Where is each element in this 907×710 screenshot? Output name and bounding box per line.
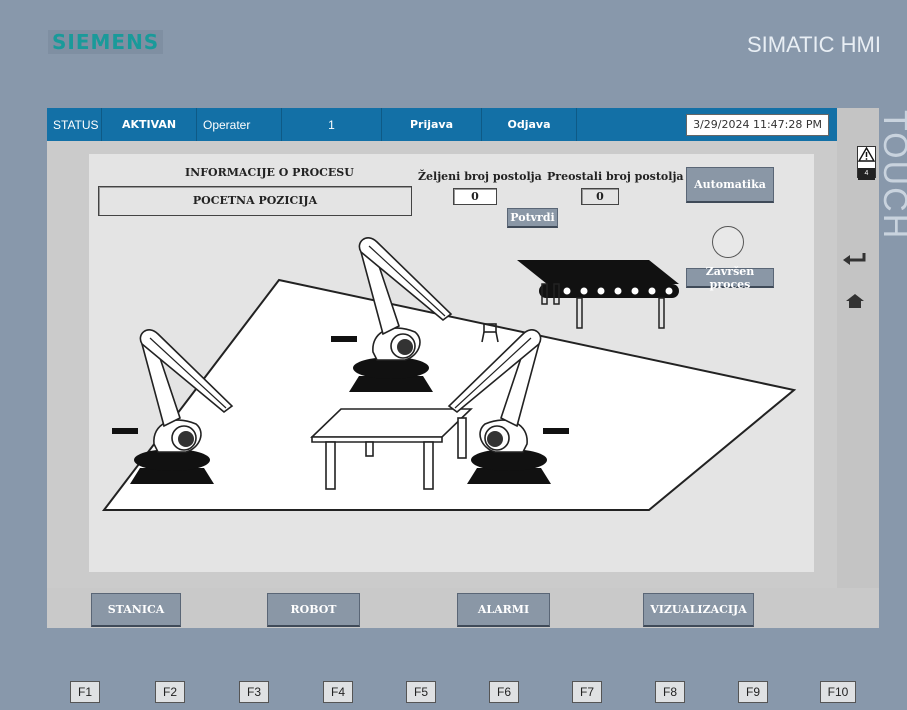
touch-label: TOUCH	[880, 110, 907, 240]
login-button[interactable]: Prijava	[382, 108, 482, 141]
alarm-indicator[interactable]: 4	[857, 146, 876, 180]
f3-key[interactable]: F3	[239, 681, 269, 703]
nav-alarmi-button[interactable]: ALARMI	[457, 593, 550, 627]
f6-key[interactable]: F6	[489, 681, 519, 703]
f1-key[interactable]: F1	[70, 681, 100, 703]
brand-logo: SIEMENS	[48, 30, 164, 54]
automatic-button[interactable]: Automatika	[686, 167, 774, 203]
workcell-illustration	[101, 237, 797, 511]
nav-vizualizacija-button[interactable]: VIZUALIZACIJA	[643, 593, 754, 627]
f8-key[interactable]: F8	[655, 681, 685, 703]
user-label: Operater	[197, 108, 282, 141]
product-name: SIMATIC HMI	[746, 32, 881, 57]
f2-key[interactable]: F2	[155, 681, 185, 703]
status-bar: STATUS AKTIVAN Operater 1 Prijava Odjava…	[47, 108, 837, 141]
f10-key[interactable]: F10	[820, 681, 856, 703]
nav-stanica-button[interactable]: STANICA	[91, 593, 181, 627]
process-info-title: INFORMACIJE O PROCESU	[185, 166, 354, 179]
f7-key[interactable]: F7	[572, 681, 602, 703]
desired-count-input[interactable]: 0	[453, 188, 497, 205]
f4-key[interactable]: F4	[323, 681, 353, 703]
user-level: 1	[282, 108, 382, 141]
f9-key[interactable]: F9	[738, 681, 768, 703]
warning-icon	[857, 146, 876, 162]
side-toolbar	[837, 108, 879, 628]
remaining-count-label: Preostali broj postolja	[547, 170, 684, 183]
nav-robot-button[interactable]: ROBOT	[267, 593, 360, 627]
process-info-value: POCETNA POZICIJA	[98, 186, 412, 216]
status-value: AKTIVAN	[102, 108, 197, 141]
remaining-count-value: 0	[581, 188, 619, 205]
f5-key[interactable]: F5	[406, 681, 436, 703]
conveyor	[517, 260, 679, 329]
home-icon[interactable]	[845, 293, 865, 309]
status-label: STATUS	[47, 108, 102, 141]
alarm-count: 4	[858, 168, 875, 180]
datetime-field: 3/29/2024 11:47:28 PM	[686, 114, 829, 136]
desired-count-label: Željeni broj postolja	[418, 170, 542, 183]
enter-icon[interactable]	[842, 251, 868, 267]
logout-button[interactable]: Odjava	[482, 108, 577, 141]
